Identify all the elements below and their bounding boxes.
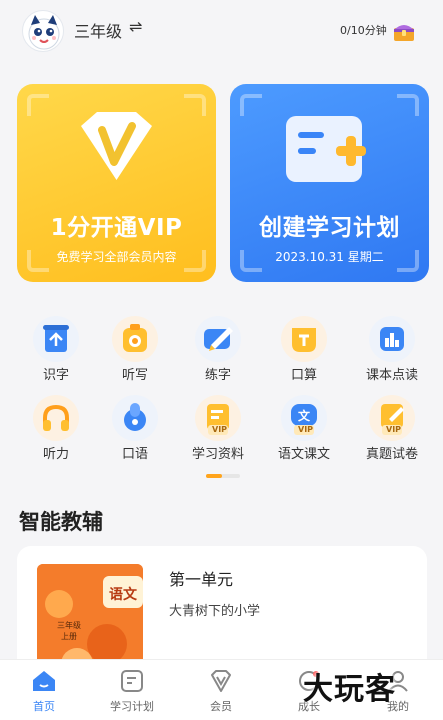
home-icon: [33, 671, 55, 691]
dictation-icon: [112, 316, 158, 362]
add-plan-icon: [286, 116, 366, 182]
page-indicator-active: [206, 474, 222, 478]
tab-study-plan[interactable]: 学习计划: [88, 660, 176, 720]
feature-label: 练字: [204, 368, 231, 383]
mascot-avatar-icon[interactable]: [22, 10, 64, 52]
vip-badge: VIP: [298, 425, 314, 434]
pen-icon: [195, 316, 241, 362]
feature-label: 学习资料: [191, 447, 244, 462]
feature-xuexi-ziliao[interactable]: VIP 学习资料: [180, 395, 256, 473]
vip-badge: VIP: [386, 425, 402, 434]
feature-label: 听写: [121, 368, 148, 383]
feature-label: 听力: [42, 447, 69, 462]
switch-grade-icon[interactable]: ⇌: [129, 17, 142, 36]
feature-yuwen-kewen[interactable]: 文 VIP 语文课文: [266, 395, 342, 473]
scroll-icon: [33, 316, 79, 362]
vip-banner-title: 1分开通VIP: [50, 215, 183, 241]
study-timer: 0/10分钟: [340, 24, 387, 37]
treasure-chest-icon[interactable]: [392, 20, 416, 44]
page-indicator: [206, 474, 240, 478]
book-grade: 三年级: [57, 621, 81, 630]
tab-label: 首页: [33, 700, 55, 713]
study-plan-banner-card[interactable]: 创建学习计划 2023.10.31 星期二: [230, 84, 429, 282]
vip-badge: VIP: [212, 425, 228, 434]
chart-book-icon: [369, 316, 415, 362]
feature-shizi[interactable]: 识字: [18, 316, 94, 394]
feature-label: 口算: [290, 368, 317, 383]
watermark-logo: 大玩客: [303, 672, 396, 707]
headphones-icon: [33, 395, 79, 441]
vip-document-icon: VIP: [195, 395, 241, 441]
plan-icon: [121, 670, 143, 692]
feature-tingxie[interactable]: 听写: [97, 316, 173, 394]
tab-label: 学习计划: [110, 700, 154, 713]
feature-label: 课本点读: [365, 368, 418, 383]
tab-home[interactable]: 首页: [0, 660, 88, 720]
feature-label: 识字: [42, 368, 69, 383]
lesson-name: 大青树下的小学: [169, 604, 261, 619]
feature-kousuan[interactable]: 口算: [266, 316, 342, 394]
vip-chinese-icon: 文 VIP: [281, 395, 327, 441]
book-volume: 上册: [61, 632, 77, 641]
feature-zhenti-shijuan[interactable]: VIP 真题试卷: [354, 395, 430, 473]
feature-label: 真题试卷: [365, 447, 418, 462]
lesson-unit: 第一单元: [169, 570, 234, 589]
tab-label: 会员: [210, 700, 232, 713]
tab-vip[interactable]: 会员: [177, 660, 265, 720]
diamond-vip-icon: [81, 112, 152, 180]
calculator-icon: [281, 316, 327, 362]
chinese-character: 文: [298, 409, 311, 423]
microphone-icon: [112, 395, 158, 441]
feature-kouyu[interactable]: 口语: [97, 395, 173, 473]
plan-banner-date: 2023.10.31 星期二: [275, 250, 384, 264]
vip-exam-icon: VIP: [369, 395, 415, 441]
top-bar: 三年级 ⇌ 0/10分钟: [0, 0, 443, 60]
vip-icon: [211, 670, 231, 692]
feature-lianzi[interactable]: 练字: [180, 316, 256, 394]
feature-label: 语文课文: [277, 447, 330, 462]
book-subject: 语文: [109, 587, 137, 603]
feature-label: 口语: [121, 447, 148, 462]
feature-keben-diandu[interactable]: 课本点读: [354, 316, 430, 394]
vip-banner-subtitle: 免费学习全部会员内容: [56, 250, 177, 264]
feature-tingli[interactable]: 听力: [18, 395, 94, 473]
grade-label[interactable]: 三年级: [74, 18, 122, 42]
plan-banner-title: 创建学习计划: [259, 215, 400, 241]
vip-banner-card[interactable]: 1分开通VIP 免费学习全部会员内容: [17, 84, 216, 282]
section-title: 智能教辅: [19, 510, 103, 534]
